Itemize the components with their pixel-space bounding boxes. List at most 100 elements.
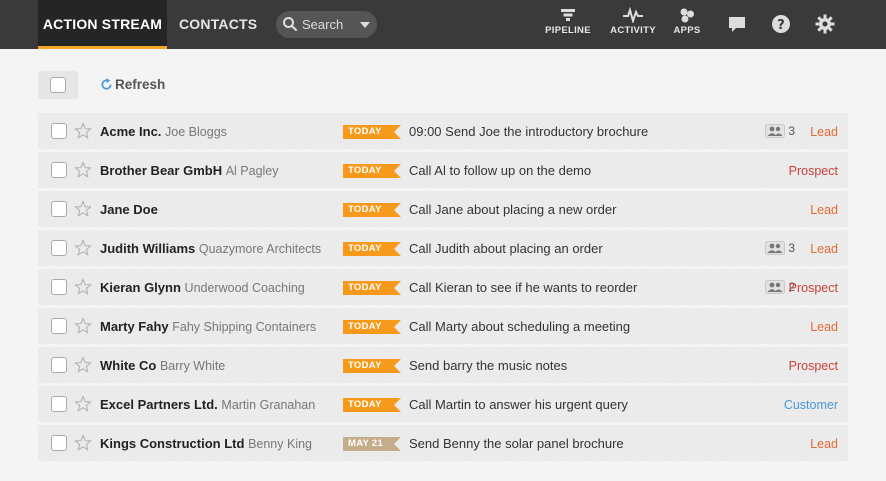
company-name[interactable]: White Co — [100, 358, 156, 373]
row-checkbox[interactable] — [51, 318, 67, 334]
task-description[interactable]: Send Benny the solar panel brochure — [409, 436, 624, 451]
search-box[interactable]: Search — [276, 11, 377, 38]
due-date-badge: TODAY — [343, 320, 401, 334]
company-name[interactable]: Marty Fahy — [100, 319, 169, 334]
refresh-label: Refresh — [115, 77, 166, 92]
table-row[interactable]: White Co Barry White TODAY Send barry the … — [38, 347, 848, 384]
star-icon[interactable] — [74, 395, 92, 413]
apps-button[interactable]: APPS — [672, 7, 702, 36]
table-row[interactable]: Excel Partners Ltd. Martin Granahan TODAY… — [38, 386, 848, 423]
people-count[interactable]: 3 — [764, 241, 795, 255]
status-label: Prospect — [788, 164, 838, 178]
table-row[interactable]: Brother Bear GmbH Al Pagley TODAY Call Al … — [38, 152, 848, 189]
help-icon[interactable]: ? — [771, 14, 791, 34]
apps-icon — [680, 8, 694, 23]
task-description[interactable]: Call Martin to answer his urgent query — [409, 397, 628, 412]
person-name[interactable]: Underwood Coaching — [185, 281, 305, 295]
contact-cell[interactable]: Kieran Glynn Underwood Coaching — [100, 280, 335, 295]
due-date-badge: TODAY — [343, 242, 401, 256]
row-checkbox[interactable] — [51, 201, 67, 217]
people-icon — [764, 124, 785, 138]
row-checkbox[interactable] — [51, 240, 67, 256]
apps-label: APPS — [673, 25, 701, 36]
status-label: Prospect — [788, 281, 838, 295]
table-row[interactable]: Marty Fahy Fahy Shipping Containers TODAY… — [38, 308, 848, 345]
task-description[interactable]: Call Judith about placing an order — [409, 241, 603, 256]
contact-cell[interactable]: Jane Doe — [100, 202, 335, 217]
chevron-down-icon[interactable] — [360, 22, 370, 28]
person-name[interactable]: Benny King — [248, 437, 312, 451]
search-icon — [283, 17, 298, 32]
task-description[interactable]: Send barry the music notes — [409, 358, 567, 373]
task-description[interactable]: Call Al to follow up on the demo — [409, 163, 591, 178]
row-checkbox[interactable] — [51, 123, 67, 139]
table-row[interactable]: Kings Construction Ltd Benny King MAY 21 S… — [38, 425, 848, 462]
star-icon[interactable] — [74, 356, 92, 374]
star-icon[interactable] — [74, 317, 92, 335]
people-icon — [764, 241, 785, 255]
tab-contacts[interactable]: CONTACTS — [179, 0, 257, 49]
task-description[interactable]: Call Jane about placing a new order — [409, 202, 616, 217]
activity-icon — [623, 7, 643, 23]
select-all-button[interactable] — [38, 71, 78, 99]
company-name[interactable]: Kings Construction Ltd — [100, 436, 244, 451]
pipeline-label: PIPELINE — [545, 25, 591, 36]
task-description[interactable]: Call Kieran to see if he wants to reorde… — [409, 280, 637, 295]
svg-text:?: ? — [777, 18, 785, 33]
contact-cell[interactable]: Acme Inc. Joe Bloggs — [100, 124, 335, 139]
row-checkbox[interactable] — [51, 279, 67, 295]
contact-cell[interactable]: Marty Fahy Fahy Shipping Containers — [100, 319, 335, 334]
row-checkbox[interactable] — [51, 435, 67, 451]
pipeline-button[interactable]: PIPELINE — [544, 7, 592, 36]
person-name[interactable]: Martin Granahan — [221, 398, 315, 412]
company-name[interactable]: Excel Partners Ltd. — [100, 397, 218, 412]
contact-cell[interactable]: Judith Williams Quazymore Architects — [100, 241, 335, 256]
due-date-badge: TODAY — [343, 359, 401, 373]
person-name[interactable]: Joe Bloggs — [165, 125, 227, 139]
contact-cell[interactable]: Excel Partners Ltd. Martin Granahan — [100, 397, 335, 412]
table-row[interactable]: Jane Doe TODAY Call Jane about placing a … — [38, 191, 848, 228]
company-name[interactable]: Kieran Glynn — [100, 280, 181, 295]
star-icon[interactable] — [74, 200, 92, 218]
due-date-badge: TODAY — [343, 164, 401, 178]
tab-action-stream[interactable]: ACTION STREAM — [38, 0, 167, 49]
contact-cell[interactable]: White Co Barry White — [100, 358, 335, 373]
star-icon[interactable] — [74, 161, 92, 179]
contact-cell[interactable]: Brother Bear GmbH Al Pagley — [100, 163, 335, 178]
company-name[interactable]: Jane Doe — [100, 202, 158, 217]
star-icon[interactable] — [74, 122, 92, 140]
person-name[interactable]: Fahy Shipping Containers — [172, 320, 316, 334]
row-checkbox[interactable] — [51, 162, 67, 178]
status-label: Customer — [783, 398, 838, 412]
contact-cell[interactable]: Kings Construction Ltd Benny King — [100, 436, 335, 451]
star-icon[interactable] — [74, 278, 92, 296]
status-label: Lead — [810, 125, 838, 139]
person-name[interactable]: Quazymore Architects — [199, 242, 321, 256]
row-checkbox[interactable] — [51, 357, 67, 373]
status-label: Prospect — [788, 359, 838, 373]
person-name[interactable]: Al Pagley — [226, 164, 279, 178]
company-name[interactable]: Brother Bear GmbH — [100, 163, 222, 178]
table-row[interactable]: Kieran Glynn Underwood Coaching TODAY Call… — [38, 269, 848, 306]
company-name[interactable]: Judith Williams — [100, 241, 195, 256]
table-row[interactable]: Judith Williams Quazymore Architects TODA… — [38, 230, 848, 267]
row-checkbox[interactable] — [51, 396, 67, 412]
activity-button[interactable]: ACTIVITY — [607, 7, 659, 36]
refresh-button[interactable]: Refresh — [100, 77, 165, 92]
gear-icon[interactable] — [815, 14, 835, 34]
search-input[interactable]: Search — [302, 17, 343, 32]
star-icon[interactable] — [74, 239, 92, 257]
people-count-value: 3 — [788, 124, 795, 138]
table-row[interactable]: Acme Inc. Joe Bloggs TODAY 09:00 Send Joe … — [38, 113, 848, 150]
task-description[interactable]: Call Marty about scheduling a meeting — [409, 319, 630, 334]
status-label: Lead — [810, 242, 838, 256]
pipeline-icon — [561, 9, 575, 21]
task-description[interactable]: 09:00 Send Joe the introductory brochure — [409, 124, 648, 139]
person-name[interactable]: Barry White — [160, 359, 225, 373]
chat-icon[interactable] — [727, 14, 747, 34]
people-count[interactable]: 3 — [764, 124, 795, 138]
status-label: Lead — [810, 437, 838, 451]
company-name[interactable]: Acme Inc. — [100, 124, 161, 139]
select-all-checkbox[interactable] — [50, 77, 66, 93]
star-icon[interactable] — [74, 434, 92, 452]
